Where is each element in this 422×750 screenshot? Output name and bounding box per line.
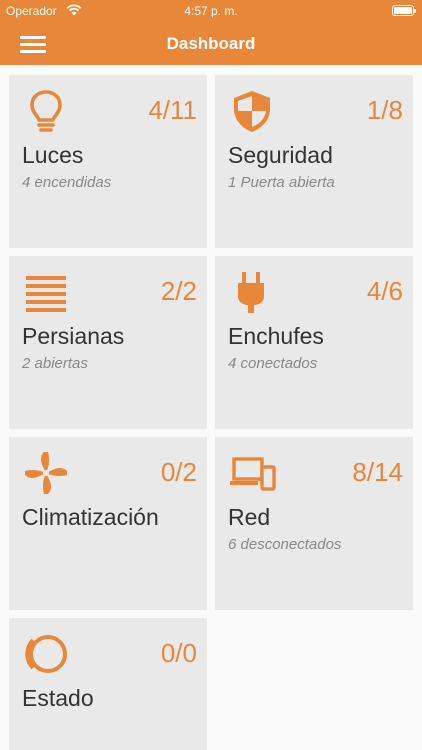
dashboard-grid: 4/11 Luces 4 encendidas 1/8 Seguridad 1 … (0, 65, 422, 750)
shield-icon (234, 91, 270, 132)
tile-seguridad[interactable]: 1/8 Seguridad 1 Puerta abierta (215, 75, 413, 248)
navigation-bar: Dashboard (0, 22, 422, 65)
status-bar: Operador 4:57 p. m. (0, 0, 422, 22)
lightbulb-icon (30, 90, 62, 132)
page-title: Dashboard (166, 34, 256, 53)
tile-estado[interactable]: 0/0 Estado (9, 618, 207, 750)
tile-subtitle: 4 encendidas (22, 174, 112, 191)
tile-subtitle: 6 desconectados (228, 536, 342, 553)
tile-climatizacion[interactable]: 0/2 Climatización (9, 437, 207, 610)
tile-title: Enchufes (228, 323, 324, 349)
fan-icon (25, 452, 67, 494)
tile-title: Estado (22, 685, 94, 711)
battery-icon (392, 5, 416, 16)
tile-count: 0/2 (160, 457, 197, 487)
devices-icon (230, 457, 276, 491)
tile-luces[interactable]: 4/11 Luces 4 encendidas (9, 75, 207, 248)
tile-subtitle: 1 Puerta abierta (228, 174, 335, 191)
clock: 4:57 p. m. (184, 4, 238, 18)
tile-title: Red (228, 504, 271, 530)
tile-count: 0/0 (160, 638, 197, 668)
tile-title: Luces (22, 142, 84, 168)
tile-count: 4/6 (366, 276, 403, 306)
tile-title: Seguridad (228, 142, 333, 168)
tile-title: Climatización (22, 504, 159, 530)
tile-red[interactable]: 8/14 Red 6 desconectados (215, 437, 413, 610)
tile-persianas[interactable]: 2/2 Persianas 2 abiertas (9, 256, 207, 429)
blinds-icon (26, 276, 66, 312)
tile-count: 1/8 (366, 95, 403, 125)
tile-enchufes[interactable]: 4/6 Enchufes 4 conectados (215, 256, 413, 429)
status-ring-icon (25, 635, 67, 673)
tile-count: 8/14 (352, 457, 403, 487)
tile-count: 4/11 (148, 95, 197, 125)
tile-count: 2/2 (160, 276, 197, 306)
tile-title: Persianas (22, 323, 125, 349)
tile-subtitle: 2 abiertas (22, 355, 88, 372)
plug-icon (238, 272, 264, 313)
tile-subtitle: 4 conectados (228, 355, 318, 372)
